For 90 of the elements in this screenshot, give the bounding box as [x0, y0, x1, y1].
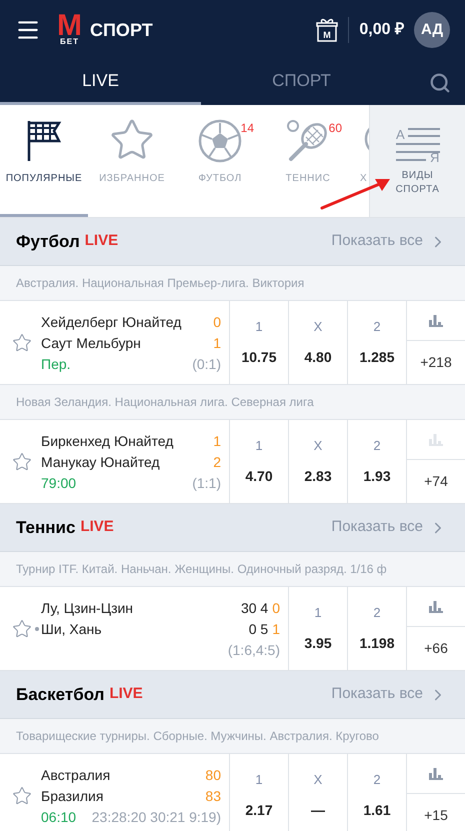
team-name: Бразилия — [41, 786, 104, 806]
logo-letter: М — [57, 14, 82, 38]
team-name: Лу, Цзин-Цзин — [41, 598, 134, 618]
team-score: 0 — [213, 312, 221, 332]
odds-label: 2 — [373, 318, 381, 336]
odds-value: 1.93 — [363, 466, 391, 486]
stats-icon[interactable] — [429, 768, 443, 780]
more-markets-button[interactable]: +218 — [407, 341, 465, 384]
odds-label: 2 — [373, 437, 381, 456]
tennis-racket-icon — [286, 119, 330, 163]
all-sports-button[interactable]: А Я ВИДЫ СПОРТА — [369, 105, 465, 217]
odds-value: 2.17 — [245, 800, 273, 820]
league-name: Новая Зеландия. Национальная лига. Северная лига — [16, 394, 314, 411]
odds-value: 1.61 — [363, 800, 391, 820]
odds-label: X — [314, 437, 322, 456]
match-time: Пер. — [41, 354, 71, 374]
all-sports-label: ВИДЫ СПОРТА — [394, 169, 440, 197]
odds-value: 4.80 — [304, 348, 332, 367]
team-score: 2 — [213, 452, 221, 472]
team-name: Ши, Хань — [41, 620, 103, 638]
game-score: 30 4 — [240, 598, 268, 618]
section-title: Теннис — [16, 516, 76, 539]
odds-value: — — [311, 800, 325, 820]
live-label: LIVE — [80, 517, 114, 538]
half-score: (1:6,4:5) — [228, 640, 280, 660]
team-score: 83 — [205, 786, 221, 806]
more-markets-button[interactable]: +66 — [407, 627, 465, 670]
odds-label: 1 — [255, 771, 263, 790]
logo-word: СПОРТ — [90, 18, 153, 42]
league-name: Товарищеские турниры. Сборные. Мужчины. Австралия. Кругово — [16, 728, 379, 745]
stats-icon[interactable] — [429, 314, 443, 326]
sport-label: ПОПУЛЯРНЫЕ — [6, 172, 82, 186]
sport-item[interactable]: 14 ФУТБОЛ — [176, 105, 264, 217]
odds-label: 1 — [314, 604, 322, 622]
team-name: Манукау Юнайтед — [41, 452, 161, 472]
stats-icon[interactable] — [429, 600, 443, 612]
avatar[interactable]: АД — [414, 12, 450, 48]
odds-value: 2.83 — [304, 466, 332, 486]
favorite-star-icon[interactable] — [12, 786, 32, 806]
odds-label: X — [314, 771, 322, 790]
team-score: 80 — [205, 766, 221, 784]
team-score: 1 — [213, 334, 221, 352]
logo-subtitle: БЕТ — [60, 38, 79, 46]
odds-label: 2 — [373, 771, 381, 790]
team-score: 1 — [272, 620, 280, 638]
odds-label: 2 — [373, 604, 381, 622]
balance[interactable]: 0,00 ₽ — [359, 18, 404, 42]
half-score: (1:1) — [192, 474, 221, 492]
league-name: Австралия. Национальная Премьер-лига. Виктория — [16, 275, 304, 292]
half-score: (0:1) — [192, 354, 221, 374]
live-label: LIVE — [84, 231, 118, 252]
count-label: 60 — [328, 120, 342, 137]
odds-value: 4.70 — [245, 466, 273, 486]
odds-label: X — [314, 318, 322, 336]
team-name: Хейделберг Юнайтед — [41, 312, 182, 332]
odds-value: 1.198 — [359, 634, 395, 653]
favorite-star-icon[interactable] — [12, 618, 32, 638]
tab[interactable]: LIVE — [0, 60, 201, 105]
half-score: 23:28:20 30:21 9:19) — [92, 808, 221, 826]
sport-label: ИЗБРАННОЕ — [99, 172, 165, 186]
team-name: Саут Мельбурн — [41, 334, 142, 352]
section-title: Баскетбол — [16, 684, 104, 706]
team-score: 1 — [213, 432, 221, 450]
favorite-star-icon[interactable] — [12, 332, 32, 352]
more-markets-button[interactable]: +74 — [407, 460, 465, 503]
team-score: 0 — [272, 598, 280, 618]
odds-value: 3.95 — [304, 634, 332, 653]
tab[interactable]: СПОРТ — [201, 60, 402, 105]
count-label: 14 — [240, 120, 254, 137]
sport-label: Х — [360, 172, 368, 186]
match-time: 06:10 — [41, 808, 76, 826]
section-title: Футбол — [16, 230, 80, 253]
live-label: LIVE — [109, 684, 143, 704]
soccer-ball-icon — [198, 119, 242, 163]
odds-label: 1 — [255, 437, 263, 456]
team-name: Биркенхед Юнайтед — [41, 432, 174, 450]
search-icon[interactable] — [429, 72, 451, 94]
odds-label: 1 — [255, 318, 263, 336]
league-name: Турнир ITF. Китай. Наньчан. Женщины. Одиночный разряд. 1/16 ф — [16, 561, 387, 578]
favorite-star-icon[interactable] — [12, 452, 32, 472]
game-score: 0 5 — [248, 620, 268, 638]
sport-label: ФУТБОЛ — [198, 172, 242, 186]
sport-item[interactable]: 60 ТЕННИС — [264, 105, 352, 217]
more-markets-button[interactable]: +15 — [407, 794, 465, 831]
match-time: 79:00 — [41, 474, 76, 492]
odds-value: 1.285 — [359, 348, 395, 367]
sport-label: ТЕННИС — [286, 172, 330, 186]
flag-icon — [26, 119, 62, 163]
odds-value: 10.75 — [241, 348, 277, 367]
team-name: Австралия — [41, 766, 112, 784]
